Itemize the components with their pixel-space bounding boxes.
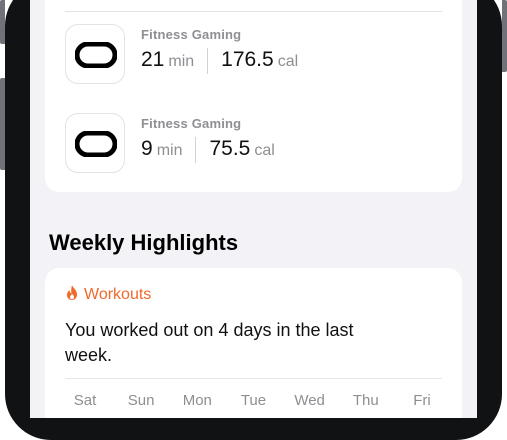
workout-row[interactable]: Fitness Gaming 9 min 75.5 cal xyxy=(65,113,445,175)
section-title: Weekly Highlights xyxy=(49,230,239,255)
weekday-label: Sun xyxy=(127,392,155,409)
weekly-highlight-card[interactable]: Workouts You worked out on 4 days in the… xyxy=(45,268,462,418)
divider xyxy=(65,11,442,12)
workouts-card: Fitness Gaming 21 min 176.5 cal Fitness … xyxy=(45,0,462,192)
energy-value: 176.5 xyxy=(221,48,274,71)
phone-side-button xyxy=(0,0,5,44)
stat-separator xyxy=(195,137,197,163)
weekday-label: Thu xyxy=(352,392,379,409)
stat-separator xyxy=(207,48,209,74)
highlight-badge: Workouts xyxy=(65,284,151,306)
duration-value: 9 xyxy=(141,137,153,160)
weekday-label: Wed xyxy=(294,392,325,409)
energy-value: 75.5 xyxy=(209,137,251,160)
workout-source: Fitness Gaming xyxy=(141,27,242,42)
workout-row[interactable]: Fitness Gaming 21 min 176.5 cal xyxy=(65,24,445,86)
vr-headset-icon xyxy=(65,24,125,84)
duration-unit: min xyxy=(168,53,195,70)
flame-icon xyxy=(65,284,79,306)
phone-volume-button xyxy=(0,78,5,170)
energy-unit: cal xyxy=(277,53,299,70)
weekday-label: Sat xyxy=(73,392,97,409)
workout-source: Fitness Gaming xyxy=(141,116,242,131)
divider xyxy=(65,378,442,379)
weekday-label: Mon xyxy=(182,392,212,409)
highlight-text: You worked out on 4 days in the last wee… xyxy=(65,320,354,365)
energy-unit: cal xyxy=(254,142,275,159)
highlight-badge-label: Workouts xyxy=(84,286,152,303)
weekday-label: Fri xyxy=(413,392,431,409)
screen: Fitness Gaming 21 min 176.5 cal Fitness … xyxy=(30,0,477,418)
duration-value: 21 xyxy=(141,48,165,71)
phone-power-button xyxy=(502,0,507,72)
workout-stats: 9 min 75.5 cal xyxy=(141,137,275,163)
workout-stats: 21 min 176.5 cal xyxy=(141,48,298,74)
vr-headset-icon xyxy=(65,113,125,173)
weekday-label: Tue xyxy=(240,392,267,409)
duration-unit: min xyxy=(156,142,183,159)
weekday-row: Sat Sun Mon Tue Wed Thu Fri xyxy=(65,392,442,409)
